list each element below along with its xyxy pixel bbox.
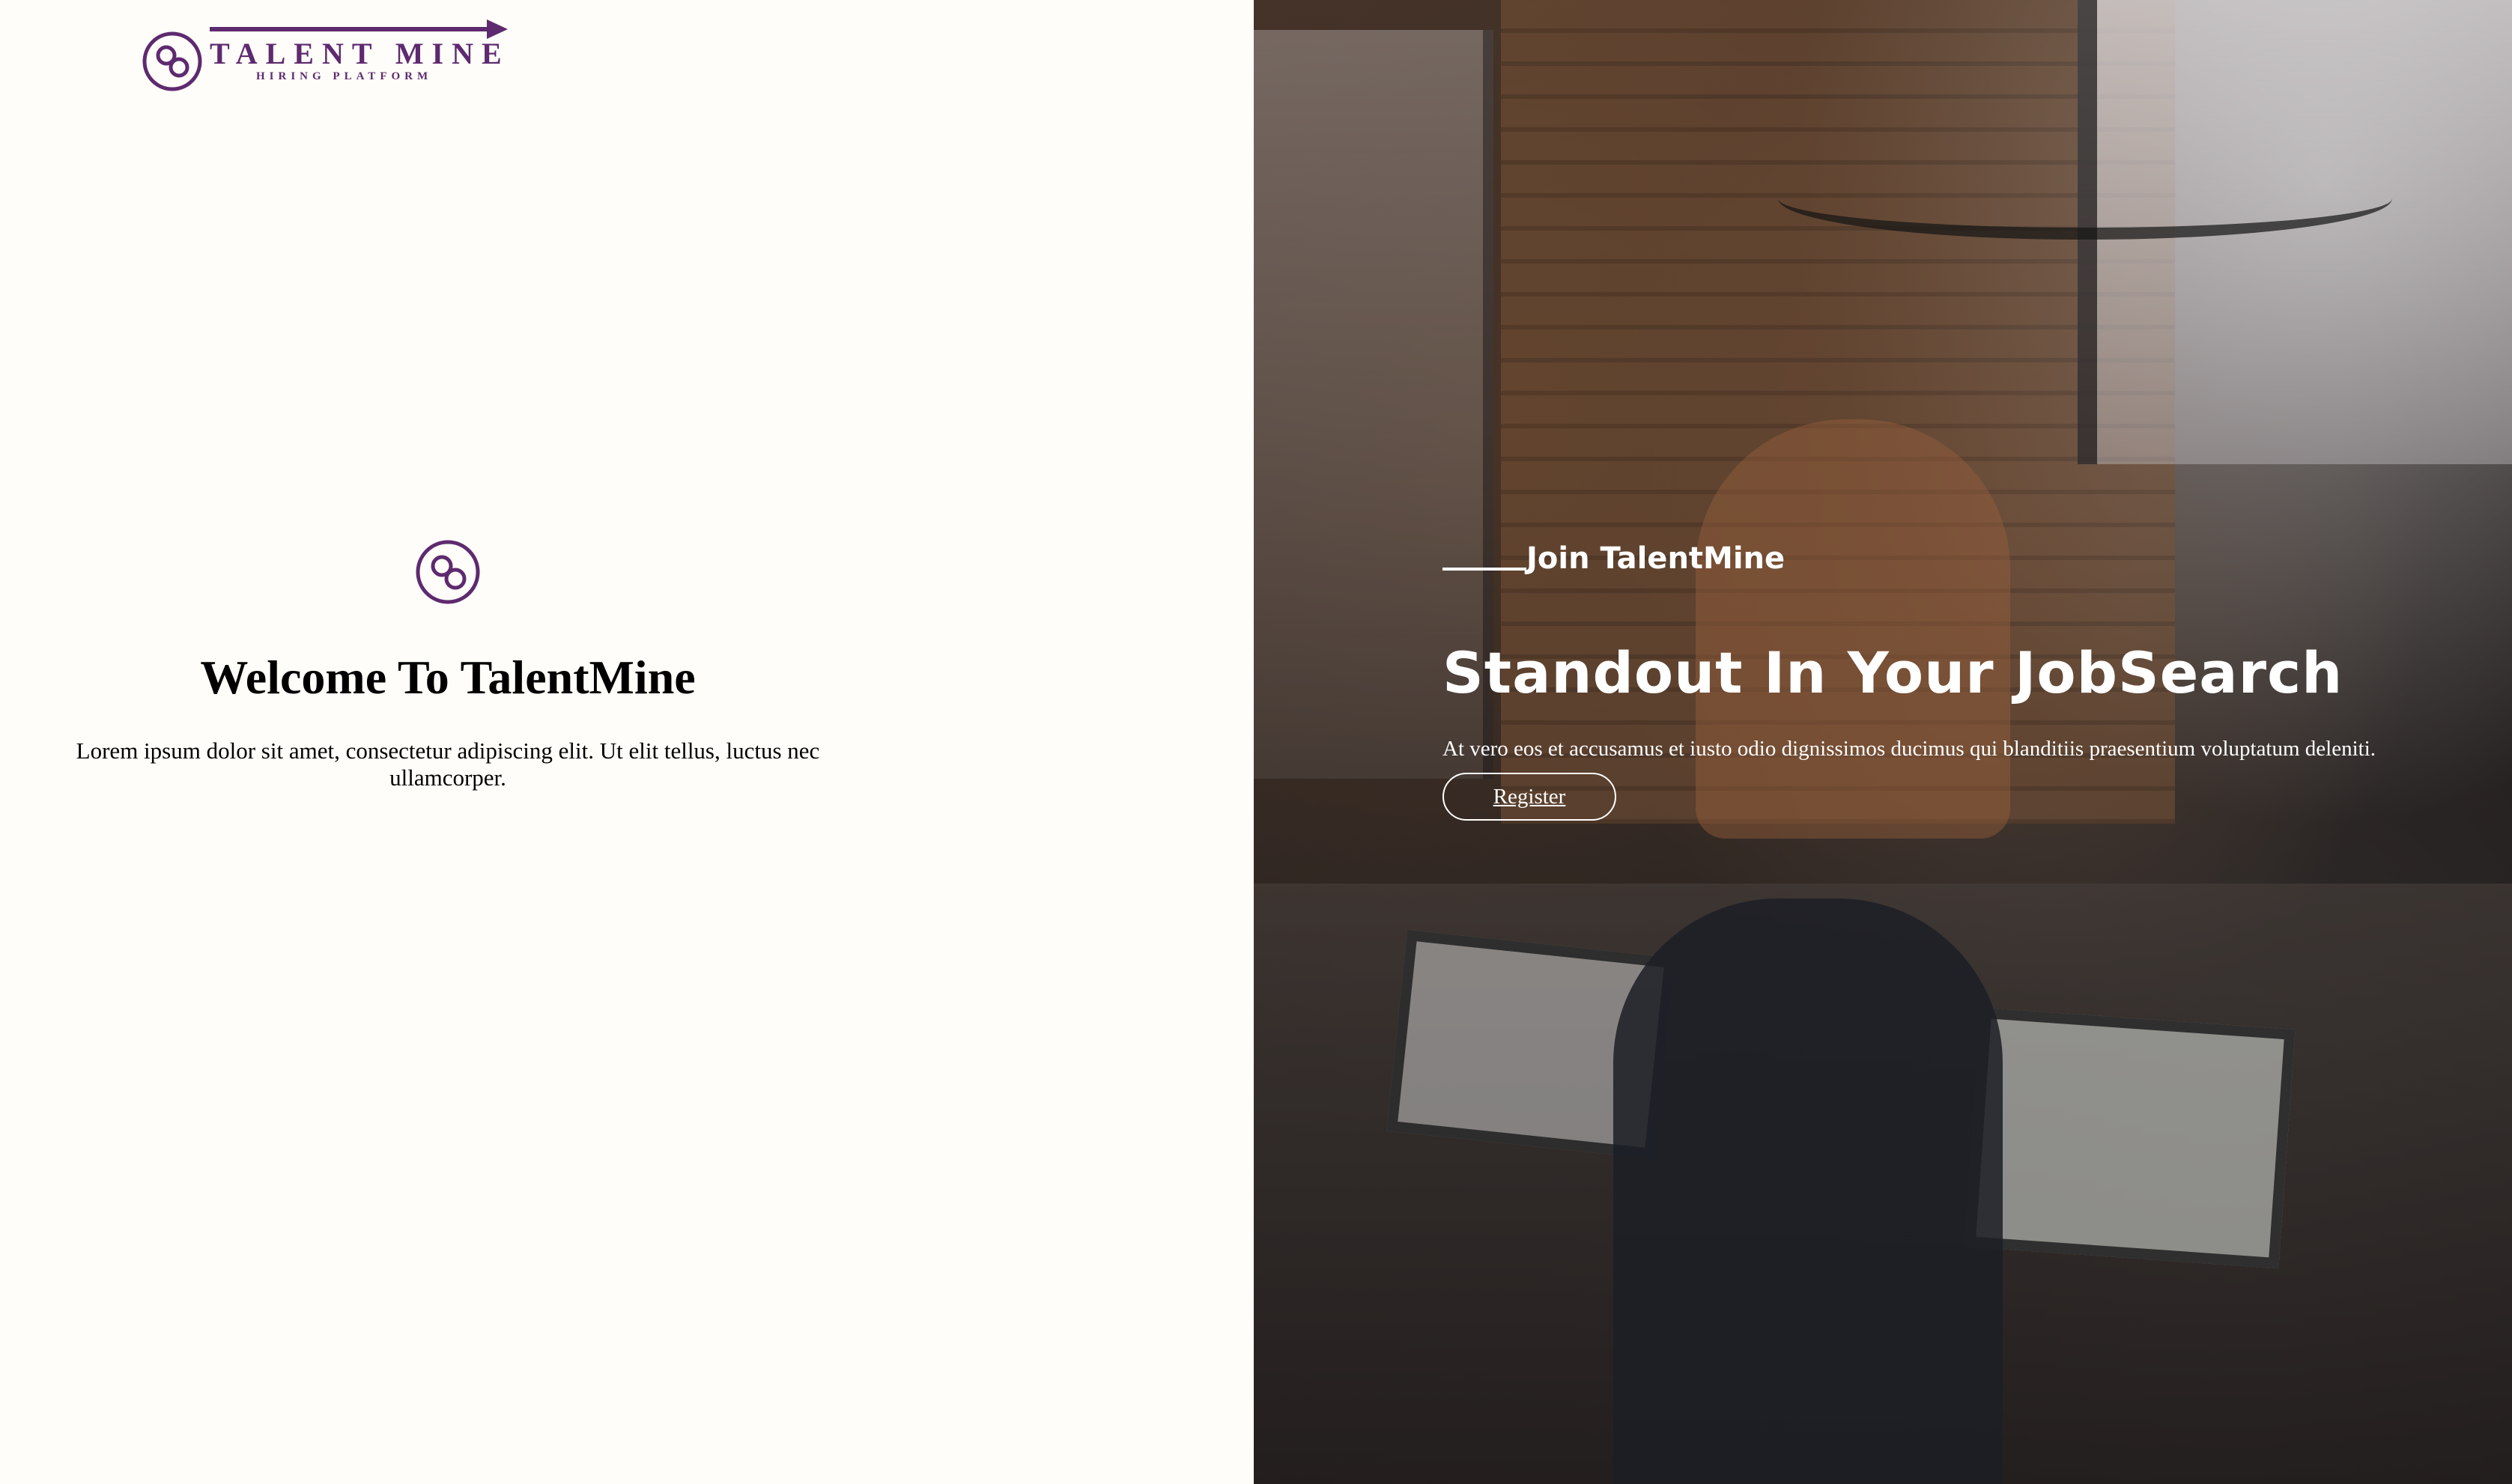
welcome-title: Welcome To TalentMine: [200, 651, 696, 704]
infinity-circle-icon: [415, 539, 481, 605]
hero-description: At vero eos et accusamus et iusto odio d…: [1442, 737, 2376, 761]
hero-content: Join TalentMine Standout In Your JobSear…: [1442, 541, 2491, 821]
login-page: TALENT MINE HIRING PLATFORM Welcome To T…: [0, 0, 2512, 1484]
left-panel: TALENT MINE HIRING PLATFORM Welcome To T…: [0, 0, 1254, 1484]
register-button[interactable]: Register: [1442, 773, 1616, 821]
join-eyebrow: Join TalentMine: [1442, 541, 2491, 577]
brand-name: TALENT MINE: [210, 37, 510, 70]
photo-person-front: [1613, 898, 2003, 1484]
eyebrow-divider: [1442, 568, 1526, 571]
welcome-section: Welcome To TalentMine Lorem ipsum dolor …: [0, 539, 896, 791]
photo-chandelier: [1778, 157, 2392, 240]
brand-logo[interactable]: TALENT MINE HIRING PLATFORM: [141, 19, 515, 94]
photo-laptop-right: [1965, 1007, 2296, 1269]
brand-tagline: HIRING PLATFORM: [256, 70, 433, 82]
right-panel: Join TalentMine Standout In Your JobSear…: [1254, 0, 2512, 1484]
hero-headline: Standout In Your JobSearch: [1442, 639, 2343, 706]
eyebrow-label: Join TalentMine: [1526, 541, 1786, 576]
welcome-description: Lorem ipsum dolor sit amet, consectetur …: [76, 738, 820, 791]
